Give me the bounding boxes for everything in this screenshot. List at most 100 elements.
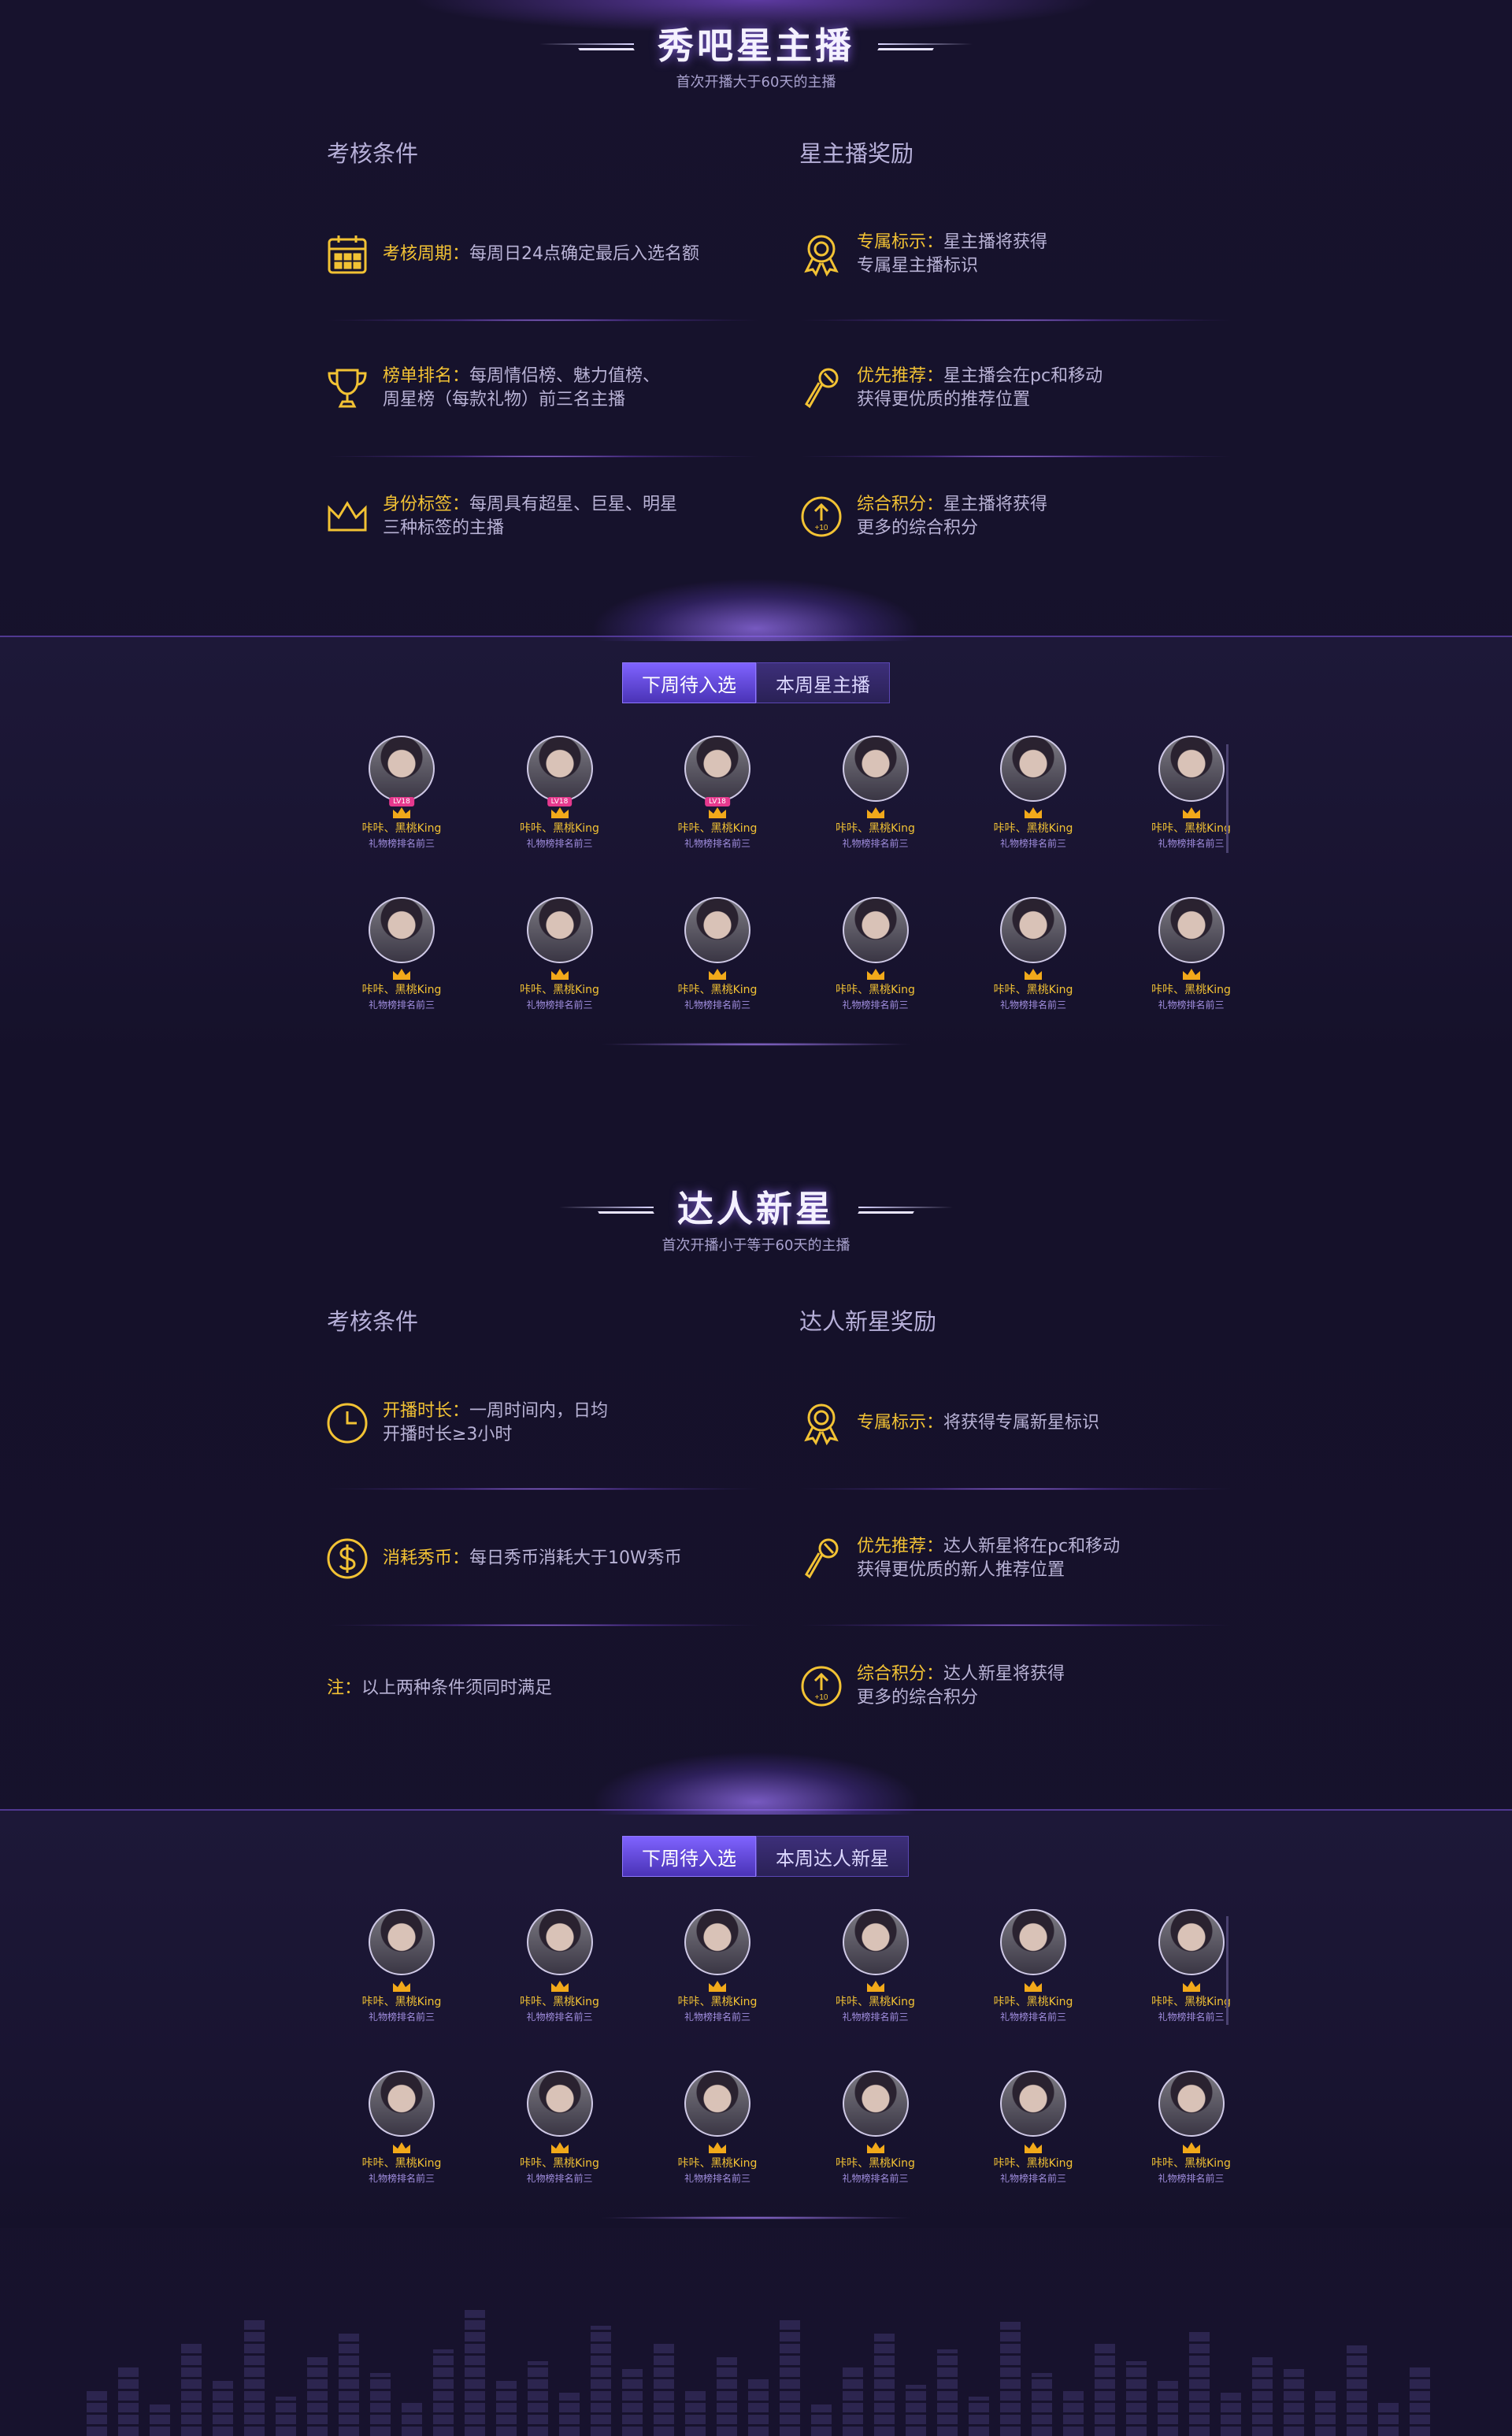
avatar[interactable]: LV18 [369,736,435,806]
avatar[interactable] [526,1909,593,1975]
anchor-card[interactable]: 咔咔、黑桃King 礼物榜排名前三 [323,2071,480,2186]
anchor-name[interactable]: 咔咔、黑桃King [797,982,954,998]
conditions-heading: 考核条件 [327,140,419,167]
anchor-card[interactable]: 咔咔、黑桃King 礼物榜排名前三 [481,1909,639,2024]
anchor-card[interactable]: 咔咔、黑桃King 礼物榜排名前三 [954,2071,1112,2186]
equalizer-bar [244,2318,265,2436]
tab-this-week-star-anchors[interactable]: 本周星主播 [756,662,890,703]
anchor-rank: 礼物榜排名前三 [526,838,593,849]
avatar[interactable] [842,1909,909,1975]
anchor-name[interactable]: 咔咔、黑桃King [1113,2156,1270,2171]
equalizer-bar [1000,2322,1021,2436]
anchor-name[interactable]: 咔咔、黑桃King [1113,821,1270,836]
anchor-name[interactable]: 咔咔、黑桃King [639,2156,796,2171]
anchor-name[interactable]: 咔咔、黑桃King [323,821,480,836]
svg-text:+10: +10 [815,1693,828,1702]
scrollbar[interactable] [1226,744,1228,853]
anchor-card[interactable]: 咔咔、黑桃King 礼物榜排名前三 [639,897,796,1012]
avatar[interactable] [369,897,435,963]
anchor-card[interactable]: 咔咔、黑桃King 礼物榜排名前三 [481,2071,639,2186]
avatar[interactable] [842,736,909,802]
anchor-card[interactable]: 咔咔、黑桃King 礼物榜排名前三 [954,897,1112,1012]
anchor-card[interactable]: 咔咔、黑桃King 礼物榜排名前三 [639,2071,796,2186]
avatar[interactable]: LV18 [684,736,750,806]
anchor-name[interactable]: 咔咔、黑桃King [323,1994,480,2010]
anchor-name[interactable]: 咔咔、黑桃King [954,982,1112,998]
avatar[interactable] [369,2071,435,2137]
anchor-card[interactable]: 咔咔、黑桃King 礼物榜排名前三 [323,1909,480,2024]
tab-next-week-candidates[interactable]: 下周待入选 [622,1836,756,1877]
equalizer-bar [1158,2381,1178,2436]
avatar[interactable] [1000,897,1066,963]
item-key: 专属标示： [857,1413,944,1433]
avatar[interactable] [1000,1909,1066,1975]
avatar[interactable] [684,2071,750,2137]
equalizer-bar [1315,2389,1336,2436]
anchor-rank: 礼物榜排名前三 [526,999,593,1010]
anchor-rank: 礼物榜排名前三 [526,2011,593,2023]
equalizer-bar [496,2381,517,2436]
crown-icon [481,968,639,982]
anchor-name[interactable]: 咔咔、黑桃King [323,982,480,998]
anchor-name[interactable]: 咔咔、黑桃King [481,1994,639,2010]
avatar[interactable] [1000,2071,1066,2137]
title-decoration-left [539,43,635,53]
avatar[interactable] [1158,2071,1225,2137]
anchor-card[interactable]: 咔咔、黑桃King 礼物榜排名前三 [481,897,639,1012]
avatar[interactable] [1000,736,1066,802]
anchor-name[interactable]: 咔咔、黑桃King [797,2156,954,2171]
avatar[interactable] [526,897,593,963]
condition-item-period: 考核周期：每周日24点确定最后入选名额 [323,230,764,279]
anchor-name[interactable]: 咔咔、黑桃King [797,821,954,836]
anchor-name[interactable]: 咔咔、黑桃King [639,982,796,998]
avatar[interactable] [1158,897,1225,963]
anchor-card[interactable]: 咔咔、黑桃King 礼物榜排名前三 [797,897,954,1012]
anchor-card[interactable]: 咔咔、黑桃King 礼物榜排名前三 [1113,736,1270,851]
anchor-name[interactable]: 咔咔、黑桃King [481,2156,639,2171]
scrollbar[interactable] [1226,1916,1228,2025]
anchor-card[interactable]: 咔咔、黑桃King 礼物榜排名前三 [1113,1909,1270,2024]
anchor-name[interactable]: 咔咔、黑桃King [797,1994,954,2010]
avatar[interactable] [526,2071,593,2137]
avatar[interactable] [369,1909,435,1975]
equalizer-bar [559,2393,580,2436]
anchor-card[interactable]: LV18 咔咔、黑桃King 礼物榜排名前三 [323,736,480,851]
avatar[interactable] [684,897,750,963]
equalizer-bar [748,2377,769,2436]
tab-this-week-new-stars[interactable]: 本周达人新星 [756,1836,909,1877]
tab-next-week-candidates[interactable]: 下周待入选 [622,662,756,703]
equalizer-bar [1221,2393,1241,2436]
anchor-card[interactable]: 咔咔、黑桃King 礼物榜排名前三 [797,736,954,851]
anchor-name[interactable]: 咔咔、黑桃King [954,2156,1112,2171]
anchor-name[interactable]: 咔咔、黑桃King [1113,982,1270,998]
anchor-card[interactable]: 咔咔、黑桃King 礼物榜排名前三 [1113,897,1270,1012]
anchor-name[interactable]: 咔咔、黑桃King [954,1994,1112,2010]
avatar[interactable] [1158,1909,1225,1975]
item-key: 消耗秀币： [383,1548,470,1568]
avatar[interactable] [1158,736,1225,802]
avatar[interactable]: LV18 [526,736,593,806]
avatar[interactable] [842,2071,909,2137]
anchor-card[interactable]: 咔咔、黑桃King 礼物榜排名前三 [797,2071,954,2186]
anchor-name[interactable]: 咔咔、黑桃King [323,2156,480,2171]
anchor-card[interactable]: 咔咔、黑桃King 礼物榜排名前三 [954,736,1112,851]
anchor-card[interactable]: LV18 咔咔、黑桃King 礼物榜排名前三 [639,736,796,851]
anchor-name[interactable]: 咔咔、黑桃King [1113,1994,1270,2010]
anchor-name[interactable]: 咔咔、黑桃King [481,982,639,998]
anchor-name[interactable]: 咔咔、黑桃King [954,821,1112,836]
anchor-card[interactable]: 咔咔、黑桃King 礼物榜排名前三 [639,1909,796,2024]
avatar[interactable] [842,897,909,963]
anchor-rank: 礼物榜排名前三 [368,838,435,849]
crown-icon [797,2141,954,2156]
avatar[interactable] [684,1909,750,1975]
anchor-name[interactable]: 咔咔、黑桃King [639,821,796,836]
anchor-card[interactable]: 咔咔、黑桃King 礼物榜排名前三 [954,1909,1112,2024]
anchor-name[interactable]: 咔咔、黑桃King [639,1994,796,2010]
anchor-name[interactable]: 咔咔、黑桃King [481,821,639,836]
anchor-card[interactable]: 咔咔、黑桃King 礼物榜排名前三 [323,897,480,1012]
anchor-card[interactable]: LV18 咔咔、黑桃King 礼物榜排名前三 [481,736,639,851]
equalizer-bar [1189,2330,1210,2436]
anchor-card[interactable]: 咔咔、黑桃King 礼物榜排名前三 [797,1909,954,2024]
anchor-card[interactable]: 咔咔、黑桃King 礼物榜排名前三 [1113,2071,1270,2186]
crown-icon [639,806,796,821]
